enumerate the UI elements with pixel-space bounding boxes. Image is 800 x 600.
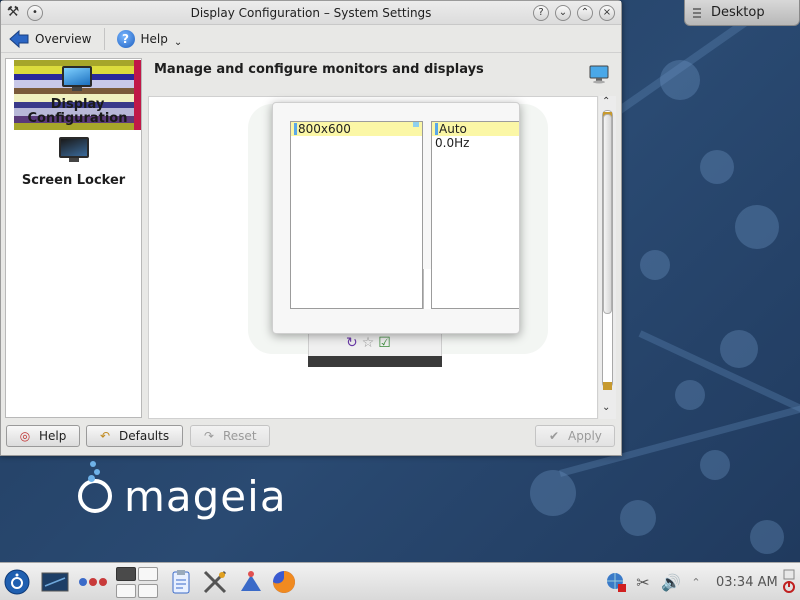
close-button[interactable]: × [599, 5, 615, 21]
list-scroll-gap [423, 269, 431, 309]
pager-desktop-1[interactable] [116, 567, 136, 581]
overview-label: Overview [35, 31, 92, 46]
list-item[interactable]: 0.0Hz [432, 136, 519, 150]
enable-checkbox-icon[interactable]: ☑ [378, 335, 391, 351]
overview-button[interactable]: Overview [5, 28, 96, 50]
logo-text: mageia [124, 471, 287, 521]
help-icon: ? [116, 29, 135, 48]
display-module-icon [589, 65, 609, 84]
desktop-button-label: Desktop [711, 5, 765, 20]
apply-check-icon: ✔ [548, 429, 560, 443]
network-globe-icon[interactable] [604, 568, 628, 596]
monitor-icon [62, 66, 92, 92]
monitor-actions: ↻ ☆ ☑ [346, 335, 391, 351]
back-arrow-icon [9, 29, 29, 48]
refresh-rate-list[interactable]: Auto 0.0Hz [431, 121, 519, 309]
reset-button[interactable]: ↷ Reset [190, 425, 270, 447]
taskbar: ✂ 🔊 ⌃ 03:34 AM [0, 562, 800, 600]
title-bar[interactable]: ⚒ • Display Configuration – System Setti… [1, 1, 621, 25]
reset-button-label: Reset [223, 429, 257, 443]
page-title: Manage and configure monitors and displa… [154, 62, 484, 77]
list-item[interactable]: Auto [432, 122, 519, 136]
package-manager-task-icon[interactable] [236, 568, 266, 596]
application-launcher-icon[interactable] [2, 568, 32, 596]
sidebar-item-display-configuration[interactable]: Display Configuration [6, 60, 141, 130]
mageia-logo: mageia [78, 461, 287, 526]
list-corner-marker [413, 122, 419, 127]
sidebar-item-label: Screen Locker [21, 173, 126, 188]
scrollbar-thumb[interactable] [603, 114, 612, 314]
lifebuoy-icon: ◎ [19, 429, 31, 443]
pager-desktop-4[interactable] [138, 584, 158, 598]
scroll-up-icon[interactable]: ⌃ [602, 96, 610, 107]
rotate-icon[interactable]: ↻ [346, 335, 358, 351]
sidebar-item-screen-locker[interactable]: Screen Locker [6, 137, 141, 188]
defaults-icon: ↶ [99, 429, 111, 443]
resolution-list[interactable]: 800x600 [290, 121, 423, 309]
defaults-button[interactable]: ↶ Defaults [86, 425, 183, 447]
activities-icon[interactable] [78, 568, 108, 596]
firefox-icon[interactable] [270, 568, 298, 596]
minimize-button[interactable]: ⌄ [555, 5, 571, 21]
sidebar: Display Configuration Screen Locker [5, 58, 142, 418]
screen-locker-icon [58, 137, 89, 163]
apply-button[interactable]: ✔ Apply [535, 425, 615, 447]
pin-button[interactable]: • [27, 5, 43, 21]
pager-desktop-3[interactable] [116, 584, 136, 598]
clipboard-task-icon[interactable] [168, 568, 194, 596]
scroll-down-icon[interactable]: ⌄ [602, 402, 610, 413]
list-item[interactable]: 800x600 [291, 122, 422, 136]
toolbar: Overview ? Help ⌄ [1, 25, 621, 53]
clock[interactable]: 03:34 AM [716, 575, 778, 590]
reset-icon: ↷ [203, 429, 215, 443]
help-button-label: Help [39, 429, 67, 443]
monitor-base [308, 356, 442, 367]
primary-star-icon[interactable]: ☆ [362, 335, 375, 351]
help-menu-button[interactable]: ? Help ⌄ [113, 27, 187, 50]
window-menu-icon[interactable]: ⚒ [5, 5, 21, 21]
help-label: Help [140, 31, 168, 46]
system-settings-task-icon[interactable] [200, 568, 230, 596]
maximize-button[interactable]: ⌃ [577, 5, 593, 21]
vertical-scrollbar[interactable]: ⌃ ⌄ [599, 96, 616, 419]
desktop-button[interactable]: Desktop [684, 0, 800, 26]
context-help-button[interactable]: ? [533, 5, 549, 21]
cauldron-icon [78, 461, 112, 513]
toolbar-separator [103, 27, 105, 50]
shutdown-icon[interactable] [780, 568, 798, 596]
dropdown-arrow-icon: ⌄ [173, 37, 183, 48]
grip-icon [693, 7, 701, 18]
tray-expand-icon[interactable]: ⌃ [688, 568, 704, 596]
window-title: Display Configuration – System Settings [190, 5, 432, 20]
defaults-button-label: Defaults [119, 429, 170, 443]
volume-icon[interactable]: 🔊 [658, 568, 684, 596]
help-button[interactable]: ◎ Help [6, 425, 80, 447]
sidebar-item-label: Display Configuration [27, 97, 128, 126]
pager-desktop-2[interactable] [138, 567, 158, 581]
apply-button-label: Apply [568, 429, 602, 443]
resolution-popup: 800x600 Auto 0.0Hz [272, 102, 520, 334]
show-desktop-icon[interactable] [40, 568, 70, 596]
clipboard-scissors-icon[interactable]: ✂ [632, 568, 654, 596]
